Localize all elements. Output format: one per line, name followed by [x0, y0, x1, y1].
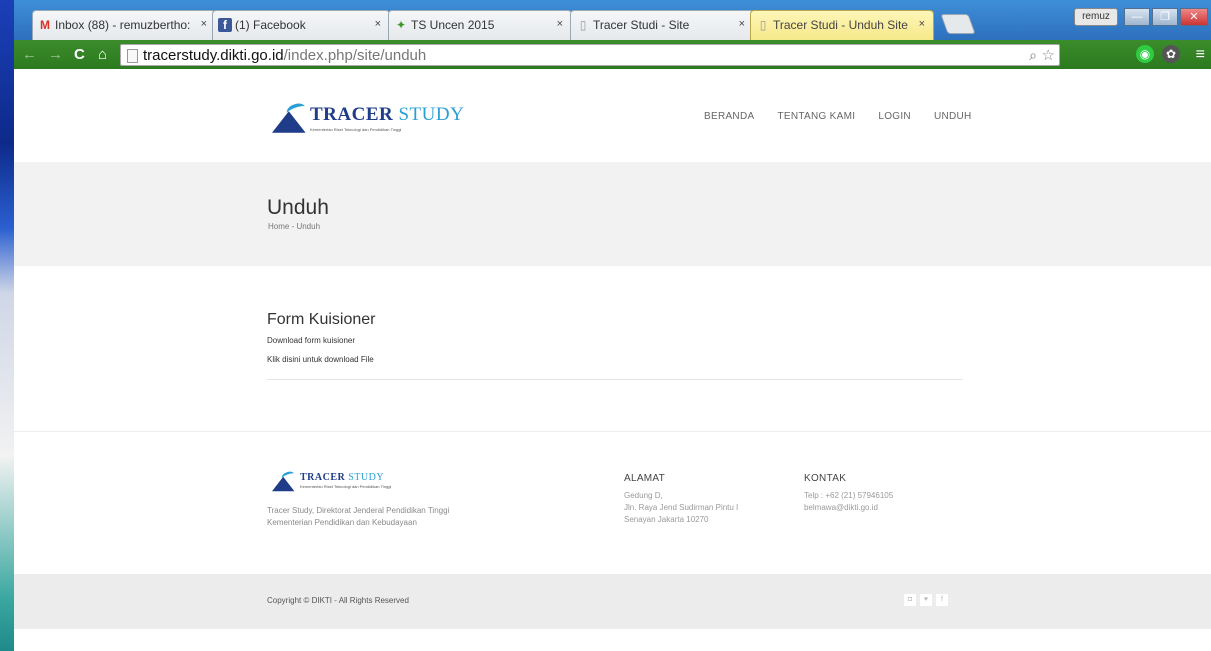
contact-email[interactable]: belmawa@dikti.go.id: [804, 502, 893, 514]
footer-logo[interactable]: TRACER STUDY Kementerian Riset Teknologi…: [272, 470, 392, 496]
close-icon[interactable]: ×: [557, 18, 563, 30]
divider: [267, 379, 963, 380]
address-bar[interactable]: tracerstudy.dikti.go.id/index.php/site/u…: [120, 44, 1060, 66]
site-logo[interactable]: TRACER STUDY Kementerian Riset Teknologi…: [272, 101, 465, 133]
extension-icon[interactable]: ✿: [1162, 45, 1180, 63]
tab-label: (1) Facebook: [235, 18, 306, 32]
home-icon[interactable]: ⌂: [98, 46, 107, 63]
tab-label: Tracer Studi - Site: [593, 18, 690, 32]
toolbar: ← → C ⌂ tracerstudy.dikti.go.id/index.ph…: [14, 40, 1211, 69]
tab-label: Tracer Studi - Unduh Site: [773, 18, 908, 32]
forward-icon[interactable]: →: [48, 46, 63, 63]
menu-icon[interactable]: ≡: [1196, 46, 1205, 64]
contact-phone: Telp : +62 (21) 57946105: [804, 491, 894, 500]
footer-description: Tracer Study, Direktorat Jenderal Pendid…: [267, 505, 449, 529]
profile-button[interactable]: remuz: [1074, 8, 1118, 26]
logo-mark-icon: [272, 470, 296, 492]
maximize-button[interactable]: ❐: [1152, 8, 1178, 26]
page-banner: Unduh Home - Unduh: [14, 162, 1211, 266]
nav-login[interactable]: LOGIN: [878, 111, 911, 122]
desktop-background: [0, 0, 14, 651]
reload-icon[interactable]: C: [74, 46, 85, 63]
twitter-icon[interactable]: ♥: [920, 594, 932, 606]
tab-gmail[interactable]: M Inbox (88) - remuzbertho: ×: [32, 10, 216, 40]
gmail-icon: M: [40, 18, 50, 32]
page-icon: [127, 49, 138, 63]
close-icon[interactable]: ×: [919, 18, 925, 30]
nav-unduh[interactable]: UNDUH: [934, 111, 972, 122]
footer-address: ALAMAT Gedung D, Jln. Raya Jend Sudirman…: [624, 473, 738, 526]
close-icon[interactable]: ×: [739, 18, 745, 30]
copyright-bar: Copyright © DIKTI - All Rights Reserved …: [14, 574, 1211, 629]
page-title: Unduh: [267, 196, 329, 219]
nav-tentang-kami[interactable]: TENTANG KAMI: [777, 111, 855, 122]
tab-ts-uncen[interactable]: ✦ TS Uncen 2015 ×: [388, 10, 572, 40]
section-description: Download form kuisioner: [267, 336, 356, 345]
rss-icon[interactable]: ◘: [904, 594, 916, 606]
web-page: TRACER STUDY Kementerian Riset Teknologi…: [14, 69, 1211, 651]
breadcrumb[interactable]: Home - Unduh: [268, 222, 320, 231]
download-link[interactable]: Klik disini untuk download File: [267, 355, 374, 364]
back-icon[interactable]: ←: [22, 46, 37, 63]
footer-desc-line: Tracer Study, Direktorat Jenderal Pendid…: [267, 506, 450, 515]
screen: M Inbox (88) - remuzbertho: × f (1) Face…: [0, 0, 1211, 651]
address-line: Gedung D,: [624, 491, 663, 500]
extension-icon[interactable]: ◉: [1136, 45, 1154, 63]
tab-label: Inbox (88) - remuzbertho:: [55, 18, 191, 32]
logo-text: TRACER STUDY: [300, 472, 385, 483]
bookmark-star-icon[interactable]: ☆: [1042, 46, 1055, 64]
copyright-text: Copyright © DIKTI - All Rights Reserved: [267, 596, 409, 605]
minimize-button[interactable]: —: [1124, 8, 1150, 26]
page-icon: ▯: [759, 18, 767, 32]
facebook-icon: f: [218, 18, 232, 32]
page-icon: ▯: [579, 18, 587, 32]
new-tab-button[interactable]: [940, 14, 976, 34]
search-icon[interactable]: ⌕: [1029, 47, 1037, 64]
tab-tracer-site[interactable]: ▯ Tracer Studi - Site ×: [570, 10, 754, 40]
tab-label: TS Uncen 2015: [411, 18, 495, 32]
facebook-icon[interactable]: f: [936, 594, 948, 606]
footer-desc-line: Kementerian Pendidikan dan Kebudayaan: [267, 518, 417, 527]
main-nav: BERANDA TENTANG KAMI LOGIN UNDUH: [704, 111, 995, 122]
tab-strip: M Inbox (88) - remuzbertho: × f (1) Face…: [14, 0, 1211, 40]
site-header: TRACER STUDY Kementerian Riset Teknologi…: [14, 69, 1211, 162]
tab-tracer-unduh[interactable]: ▯ Tracer Studi - Unduh Site ×: [750, 10, 934, 40]
url-host: tracerstudy.dikti.go.id: [143, 47, 284, 64]
address-line: Senayan Jakarta 10270: [624, 515, 709, 524]
close-icon[interactable]: ×: [201, 18, 207, 30]
tab-facebook[interactable]: f (1) Facebook ×: [212, 10, 390, 40]
address-line: Jln. Raya Jend Sudirman Pintu I: [624, 503, 739, 512]
browser-window: M Inbox (88) - remuzbertho: × f (1) Face…: [14, 0, 1211, 651]
site-footer: TRACER STUDY Kementerian Riset Teknologi…: [14, 432, 1211, 574]
close-window-button[interactable]: ✕: [1180, 8, 1208, 26]
main-content: Form Kuisioner Download form kuisioner K…: [14, 266, 1211, 431]
page-bottom: [14, 629, 1211, 651]
social-links: ◘ ♥ f: [904, 594, 952, 606]
url-text[interactable]: tracerstudy.dikti.go.id/index.php/site/u…: [143, 47, 426, 64]
logo-mark-icon: [272, 101, 308, 133]
logo-text: TRACER STUDY: [310, 104, 465, 125]
tree-icon: ✦: [395, 18, 407, 32]
address-heading: ALAMAT: [624, 473, 666, 484]
url-path: /index.php/site/unduh: [283, 47, 427, 64]
footer-contact: KONTAK Telp : +62 (21) 57946105 belmawa@…: [804, 473, 893, 514]
logo-subtitle: Kementerian Riset Teknologi dan Pendidik…: [300, 484, 392, 489]
close-icon[interactable]: ×: [375, 18, 381, 30]
logo-subtitle: Kementerian Riset Teknologi dan Pendidik…: [310, 127, 402, 132]
section-title: Form Kuisioner: [267, 311, 376, 328]
contact-heading: KONTAK: [804, 473, 847, 484]
nav-beranda[interactable]: BERANDA: [704, 111, 754, 122]
